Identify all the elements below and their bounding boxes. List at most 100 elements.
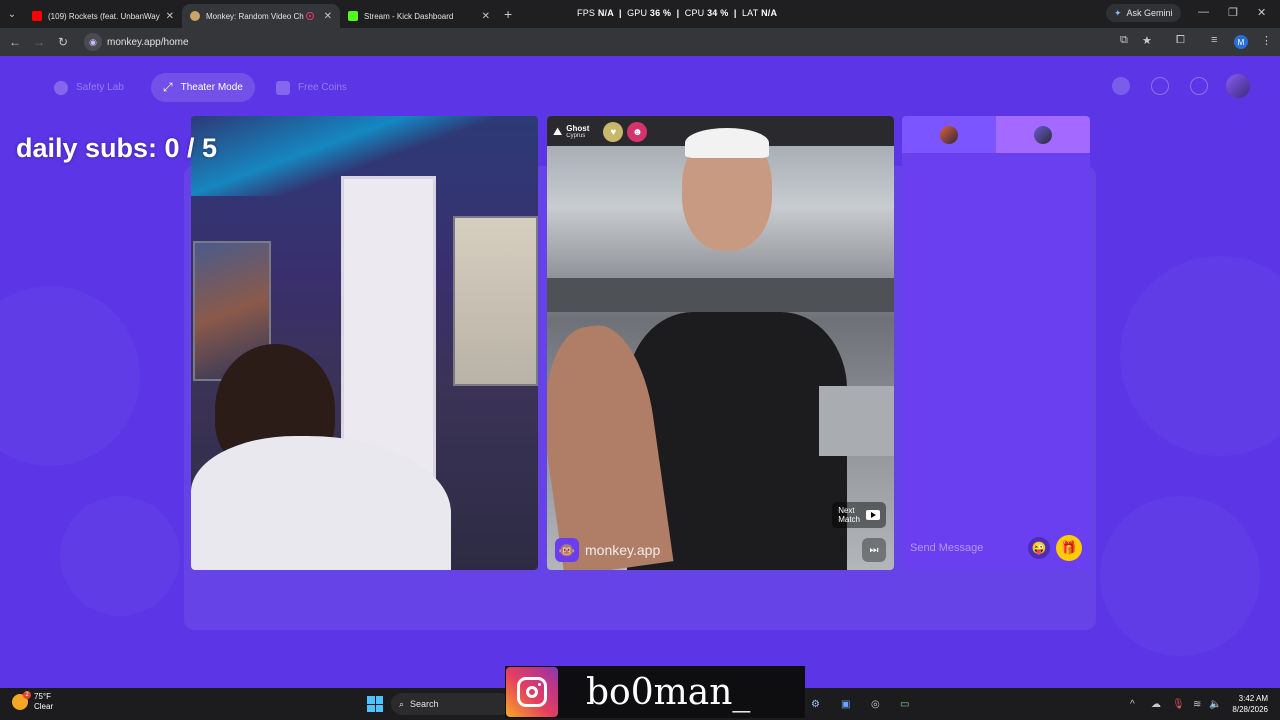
gift-icon[interactable]: 🎁 bbox=[1056, 535, 1082, 561]
search-icon: ⌕ bbox=[399, 698, 405, 709]
clock-date: 8/28/2026 bbox=[1232, 705, 1268, 714]
forward-arrow-icon[interactable]: → bbox=[27, 35, 51, 49]
tab-title: (109) Rockets (feat. UnbanWay bbox=[48, 11, 160, 21]
kick-icon bbox=[348, 11, 358, 21]
skip-icon[interactable]: ⏭ bbox=[862, 538, 886, 562]
lat-value: N/A bbox=[761, 8, 778, 18]
remote-video: ⛰ Ghost Cyprus ♥ ☻ Next Match 🐵 monkey.a… bbox=[547, 116, 894, 570]
url-bar[interactable]: ◉ monkey.app/home bbox=[82, 31, 1102, 53]
start-windows-icon[interactable] bbox=[367, 696, 383, 712]
ask-gemini-button[interactable]: ✦ Ask Gemini bbox=[1106, 4, 1181, 22]
extensions-icon[interactable]: ⧠ bbox=[1176, 34, 1185, 47]
match-name: Ghost bbox=[566, 124, 590, 133]
close-tab-icon[interactable]: ✕ bbox=[324, 11, 332, 22]
match-info: ⛰ Ghost Cyprus ♥ ☻ bbox=[553, 122, 648, 142]
profile-avatar[interactable]: M bbox=[1234, 35, 1248, 49]
tab-search-chevron-icon[interactable]: ⌄ bbox=[0, 0, 24, 28]
fps-value: N/A bbox=[597, 8, 614, 18]
site-info-icon[interactable]: ◉ bbox=[84, 33, 102, 51]
weather-badge: 2 bbox=[23, 691, 31, 699]
tab-youtube[interactable]: (109) Rockets (feat. UnbanWay ✕ bbox=[24, 4, 182, 28]
instagram-icon bbox=[506, 667, 558, 717]
heart-badge-icon[interactable]: ♥ bbox=[603, 122, 624, 142]
reload-icon[interactable]: ↻ bbox=[51, 35, 75, 49]
send-message-input[interactable]: Send Message bbox=[910, 542, 1028, 554]
gemini-sparkle-icon: ✦ bbox=[1114, 7, 1122, 18]
character-badge-icon[interactable]: ☻ bbox=[627, 122, 648, 142]
lat-label: LAT bbox=[741, 8, 759, 18]
reading-list-icon[interactable]: ≡ bbox=[1211, 34, 1217, 46]
weather-widget[interactable]: 2 75°F Clear bbox=[12, 691, 54, 712]
next-label: Next bbox=[838, 506, 855, 515]
tab-chat-a[interactable] bbox=[902, 116, 996, 153]
ask-gemini-label: Ask Gemini bbox=[1126, 8, 1173, 18]
terminal-icon[interactable]: ▭ bbox=[900, 699, 909, 710]
chat-bubble-icon[interactable] bbox=[1190, 77, 1208, 95]
tab-title: Monkey: Random Video Ch bbox=[206, 11, 304, 21]
fps-label: FPS bbox=[577, 8, 596, 18]
performance-overlay: FPS N/A | GPU 36 % | CPU 34 % | LAT N/A bbox=[577, 8, 778, 18]
theater-mode-button[interactable]: ⤢ Theater Mode bbox=[151, 73, 255, 102]
safety-lab-button[interactable]: Safety Lab bbox=[42, 73, 136, 102]
recording-icon bbox=[305, 12, 314, 20]
match-label: Match bbox=[838, 515, 860, 524]
bookmark-star-icon[interactable]: ★ bbox=[1142, 34, 1152, 47]
instagram-handle: bo0man_ bbox=[586, 671, 751, 713]
kitchen-fryer bbox=[819, 386, 894, 456]
system-clock[interactable]: 3:42 AM 8/28/2026 bbox=[1232, 693, 1268, 715]
avatar-icon[interactable] bbox=[1112, 77, 1130, 95]
weather-temp: 75°F bbox=[34, 692, 51, 701]
volume-icon[interactable]: 🔈 bbox=[1209, 699, 1221, 710]
chrome-icon[interactable]: ◎ bbox=[871, 699, 880, 710]
new-tab-button[interactable]: + bbox=[504, 6, 512, 22]
maximize-button[interactable]: ❐ bbox=[1228, 6, 1238, 19]
microphone-icon[interactable]: 🎙 bbox=[1172, 699, 1185, 710]
menu-kebab-icon[interactable]: ⋮ bbox=[1261, 34, 1272, 47]
monkey-favicon-icon bbox=[190, 11, 200, 21]
tab-chat-b[interactable] bbox=[996, 116, 1090, 153]
user-avatar[interactable] bbox=[1226, 74, 1250, 98]
url-text[interactable]: monkey.app/home bbox=[107, 37, 189, 48]
app-icon[interactable]: ▣ bbox=[841, 699, 850, 710]
daily-subs-overlay: daily subs: 0 / 5 bbox=[16, 133, 218, 163]
wifi-icon[interactable]: ≋ bbox=[1193, 699, 1201, 710]
cpu-label: CPU bbox=[684, 8, 705, 18]
local-video bbox=[191, 116, 538, 570]
theater-mode-label: Theater Mode bbox=[180, 82, 243, 93]
tab-monkey[interactable]: Monkey: Random Video Ch ✕ bbox=[182, 4, 340, 28]
emoji-icon[interactable]: 😜 bbox=[1028, 537, 1050, 559]
cast-icon[interactable]: ⧉ bbox=[1120, 34, 1128, 47]
background-pattern bbox=[60, 496, 180, 616]
brand-text: monkey.app bbox=[585, 542, 661, 558]
history-clock-icon[interactable] bbox=[1151, 77, 1169, 95]
monkey-logo-icon: 🐵 bbox=[555, 538, 579, 562]
tray-app-icon[interactable]: ☁ bbox=[1151, 699, 1161, 710]
taskbar-search-label: Search bbox=[410, 699, 439, 709]
taskbar-search[interactable]: ⌕ Search bbox=[391, 693, 511, 715]
close-window-button[interactable]: ✕ bbox=[1257, 6, 1266, 19]
counter-bar bbox=[547, 278, 894, 312]
game-icon bbox=[940, 125, 958, 144]
close-tab-icon[interactable]: ✕ bbox=[166, 11, 174, 22]
background-pattern bbox=[1100, 496, 1260, 656]
minimize-button[interactable]: — bbox=[1198, 6, 1209, 18]
tab-title: Stream - Kick Dashboard bbox=[364, 11, 454, 21]
youtube-icon bbox=[32, 11, 42, 21]
background-pattern bbox=[1120, 256, 1280, 456]
sun-icon: 2 bbox=[12, 691, 31, 710]
tab-kick[interactable]: Stream - Kick Dashboard ✕ bbox=[340, 4, 498, 28]
cpu-value: 34 % bbox=[707, 8, 729, 18]
settings-gear-icon[interactable]: ⚙ bbox=[811, 699, 820, 710]
monkey-watermark: 🐵 monkey.app bbox=[555, 538, 660, 562]
next-match-button[interactable]: Next Match bbox=[832, 502, 886, 528]
close-tab-icon[interactable]: ✕ bbox=[482, 11, 490, 22]
weather-desc: Clear bbox=[34, 702, 54, 711]
free-coins-button[interactable]: Free Coins bbox=[264, 73, 359, 102]
tray-chevron-up-icon[interactable]: ^ bbox=[1130, 699, 1135, 710]
chat-panel: Send Message 😜 🎁 bbox=[902, 116, 1090, 570]
gpu-value: 36 % bbox=[649, 8, 672, 18]
back-arrow-icon[interactable]: ← bbox=[3, 35, 27, 49]
play-icon bbox=[866, 510, 880, 520]
chat-input-row: Send Message 😜 🎁 bbox=[902, 526, 1090, 570]
coins-icon bbox=[276, 80, 290, 95]
